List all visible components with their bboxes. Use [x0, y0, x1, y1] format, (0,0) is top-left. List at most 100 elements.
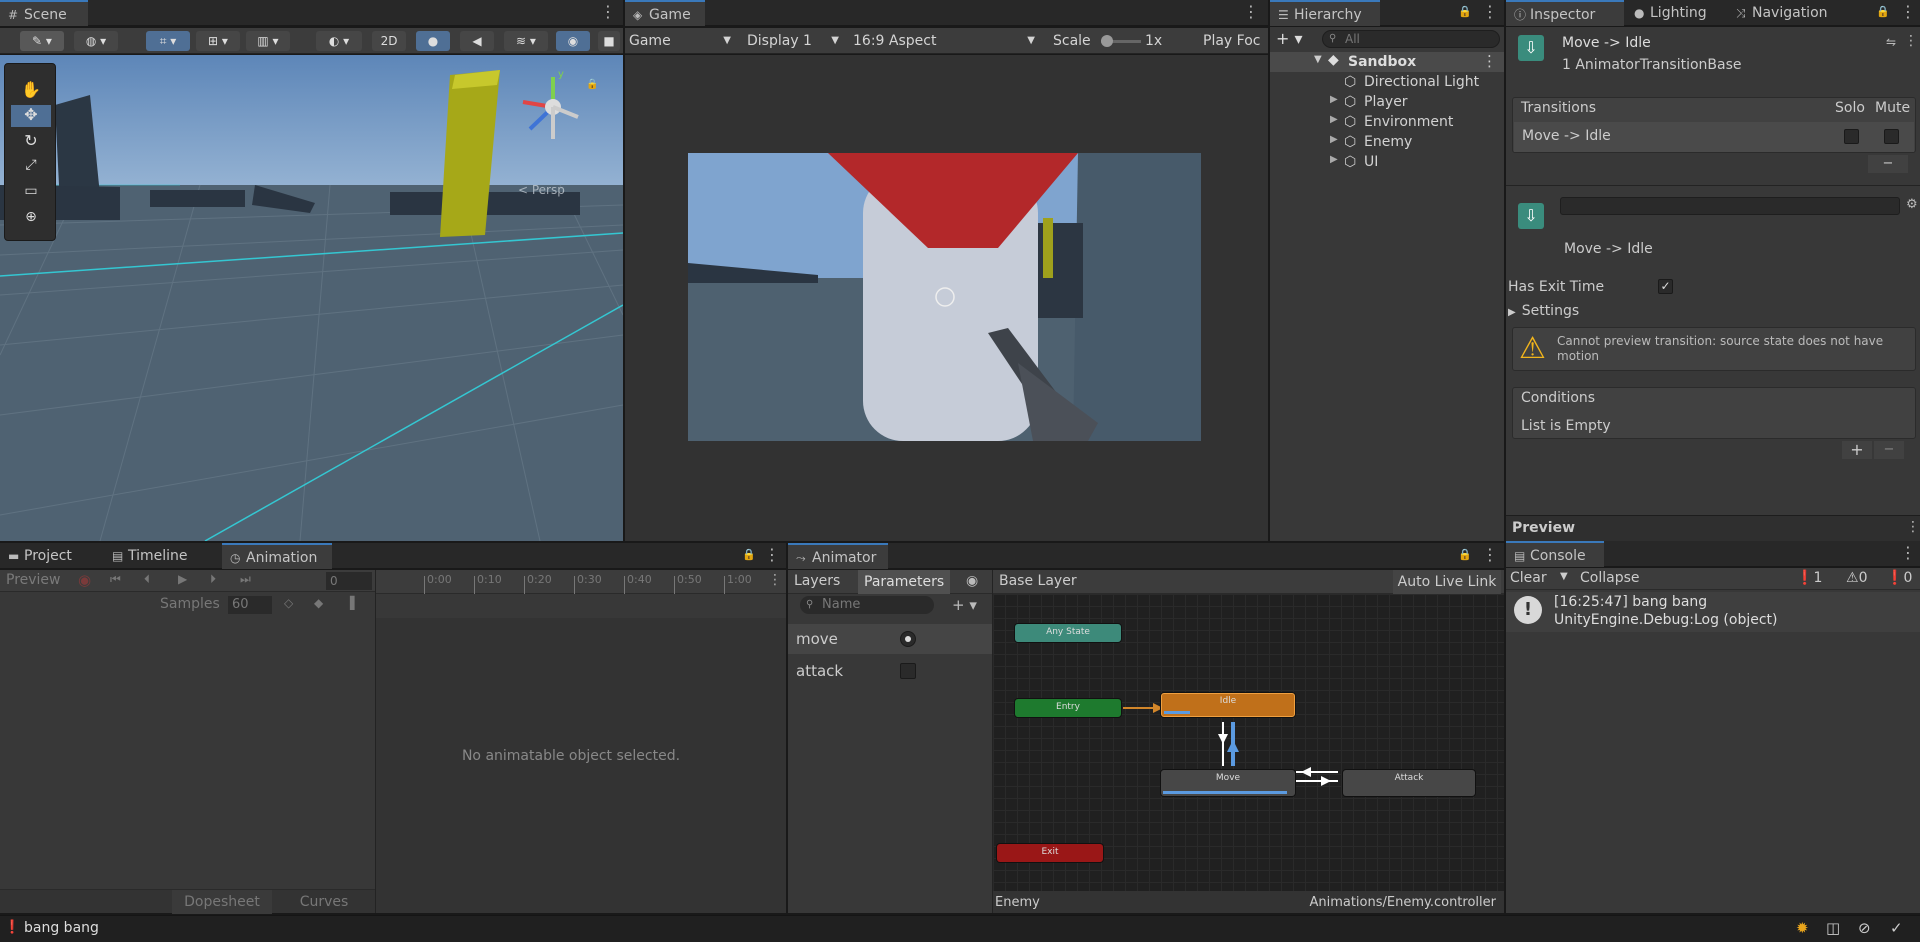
move-tool-icon[interactable]: ✥	[11, 105, 51, 127]
node-move[interactable]: Move	[1161, 770, 1295, 796]
scale-slider-thumb[interactable]	[1101, 35, 1113, 47]
settings-foldout[interactable]: ▶ Settings	[1508, 303, 1579, 319]
game-menu-icon[interactable]: ⋮	[1243, 4, 1259, 22]
hierarchy-item[interactable]: ▶ ⬡ UI	[1270, 152, 1504, 172]
expand-arrow-icon[interactable]: ▼	[1314, 54, 1322, 65]
add-object-button[interactable]: + ▾	[1276, 30, 1306, 48]
inspector-lock-icon[interactable]: 🔒	[1876, 5, 1890, 19]
error-count-button[interactable]: ❗0	[1886, 570, 1912, 586]
auto-live-link-button[interactable]: Auto Live Link	[1393, 570, 1501, 594]
hierarchy-search[interactable]: ⚲ All	[1322, 30, 1500, 48]
tab-scene[interactable]: # Scene	[0, 0, 88, 26]
param-search[interactable]: ⚲ Name	[800, 596, 934, 614]
expand-arrow-icon[interactable]: ▶	[1330, 154, 1338, 165]
shading-button[interactable]: ◐ ▾	[316, 31, 362, 51]
play-focused-dropdown[interactable]: Play Foc	[1203, 30, 1268, 52]
game-viewport[interactable]	[625, 55, 1268, 541]
globe-button[interactable]: ◍ ▾	[74, 31, 118, 51]
parameters-tab[interactable]: Parameters	[858, 570, 951, 594]
record-icon[interactable]: ◉	[78, 571, 91, 589]
rotate-tool-icon[interactable]: ↻	[11, 131, 51, 153]
preview-toggle[interactable]: Preview	[6, 572, 61, 588]
hierarchy-lock-icon[interactable]: 🔒	[1458, 5, 1472, 19]
lighting-toggle-icon[interactable]: ●	[416, 31, 450, 51]
tab-game[interactable]: ◈ Game	[625, 0, 705, 26]
scene-lock-icon[interactable]: 🔒	[586, 79, 598, 90]
ruler-menu-icon[interactable]: ⋮	[768, 572, 782, 588]
animator-lock-icon[interactable]: 🔒	[1458, 548, 1472, 562]
node-exit[interactable]: Exit	[997, 844, 1103, 862]
add-keyframe-icon[interactable]: ◇	[284, 596, 293, 610]
2d-toggle-button[interactable]: 2D	[372, 31, 406, 51]
trigger-radio[interactable]	[900, 631, 916, 647]
transition-row[interactable]: Move -> Idle	[1514, 122, 1914, 152]
animator-graph[interactable]: Any State Entry Idle Move Attack Exit	[993, 594, 1504, 891]
parameter-row[interactable]: move	[788, 624, 992, 654]
warn-count-button[interactable]: ⚠0	[1846, 570, 1867, 586]
curves-button[interactable]: Curves	[276, 890, 372, 914]
eye-icon[interactable]: ◉	[966, 573, 978, 589]
hand-tool-icon[interactable]: ✋	[11, 80, 51, 102]
hierarchy-item[interactable]: ▶ ⬡ Environment	[1270, 112, 1504, 132]
grid-snap-button[interactable]: ⌗ ▾	[146, 31, 190, 51]
node-idle[interactable]: Idle	[1161, 693, 1295, 717]
tab-animator[interactable]: ⤳ Animator	[788, 543, 888, 569]
transition-name-field[interactable]	[1560, 197, 1900, 215]
audio-toggle-icon[interactable]: ◀	[460, 31, 494, 51]
bool-checkbox[interactable]	[900, 663, 916, 679]
check-icon[interactable]: ✓	[1890, 919, 1903, 937]
expand-arrow-icon[interactable]: ▶	[1330, 134, 1338, 145]
expand-arrow-icon[interactable]: ▶	[1330, 114, 1338, 125]
inspector-more-icon[interactable]: ⋮	[1904, 33, 1918, 49]
timeline-ruler[interactable]: 0:00 0:10 0:20 0:30 0:40 0:50 1:00 ⋮	[376, 570, 786, 594]
tab-lighting[interactable]: ● Lighting	[1626, 0, 1726, 26]
collapse-button[interactable]: Collapse	[1580, 570, 1640, 586]
log-count-button[interactable]: ❗1	[1796, 570, 1822, 586]
game-mode-dropdown[interactable]: Game ▼	[629, 30, 735, 52]
draw-mode-button[interactable]: ✎ ▾	[20, 31, 64, 51]
base-layer-breadcrumb[interactable]: Base Layer	[999, 573, 1077, 589]
last-key-icon[interactable]: ⏭	[240, 572, 251, 587]
inspector-settings-icon[interactable]: ⇋	[1886, 35, 1896, 49]
play-icon[interactable]: ▶	[178, 572, 187, 586]
mute-checkbox[interactable]	[1884, 129, 1899, 144]
status-message[interactable]: bang bang	[24, 920, 99, 936]
transition-settings-icon[interactable]: ⚙	[1906, 197, 1918, 212]
hierarchy-item[interactable]: ⬡ Directional Light	[1270, 72, 1504, 92]
clear-options-icon[interactable]: ▼	[1560, 571, 1568, 582]
persp-label[interactable]: < Persp	[518, 183, 565, 197]
snap-increment-button[interactable]: ⊞ ▾	[196, 31, 240, 51]
scene-menu-icon[interactable]: ⋮	[1482, 52, 1497, 70]
scale-tool-icon[interactable]: ⤢	[11, 157, 51, 179]
remove-transition-button[interactable]: −	[1868, 155, 1908, 173]
expand-arrow-icon[interactable]: ▶	[1330, 94, 1338, 105]
effects-button[interactable]: ≋ ▾	[504, 31, 548, 51]
bug-icon[interactable]: ✹	[1796, 919, 1809, 937]
scene-root-row[interactable]: ▼ ◆ Sandbox ⋮	[1270, 52, 1504, 72]
node-attack[interactable]: Attack	[1343, 770, 1475, 796]
first-key-icon[interactable]: ⏮	[110, 572, 121, 587]
clear-button[interactable]: Clear	[1510, 570, 1547, 586]
remove-condition-button[interactable]: −	[1874, 441, 1904, 459]
parameter-row[interactable]: attack	[788, 656, 992, 686]
samples-field[interactable]: 60	[228, 596, 272, 614]
add-event-icon[interactable]: ▌	[350, 596, 359, 610]
animation-menu-icon[interactable]: ⋮	[764, 547, 780, 565]
has-exit-time-checkbox[interactable]: ✓	[1658, 279, 1673, 294]
camera-icon[interactable]: ■	[598, 31, 620, 51]
scale-slider[interactable]	[1101, 35, 1141, 47]
node-any-state[interactable]: Any State	[1015, 624, 1121, 642]
scene-menu-icon[interactable]: ⋮	[600, 4, 616, 22]
scene-gizmo[interactable]: y	[508, 67, 588, 157]
animation-lock-icon[interactable]: 🔒	[742, 548, 756, 562]
tab-animation[interactable]: ◷ Animation	[222, 543, 332, 569]
lighting-off-icon[interactable]: ⊘	[1858, 919, 1871, 937]
tab-project[interactable]: ▬ Project	[0, 543, 100, 569]
inspector-menu-icon[interactable]: ⋮	[1900, 4, 1916, 22]
hierarchy-menu-icon[interactable]: ⋮	[1482, 4, 1498, 22]
solo-checkbox[interactable]	[1844, 129, 1859, 144]
tab-inspector[interactable]: ⓘ Inspector	[1506, 0, 1624, 26]
display-dropdown[interactable]: Display 1 ▼	[747, 30, 843, 52]
next-key-icon[interactable]: ⏵	[210, 572, 216, 587]
console-entry[interactable]: ! [16:25:47] bang bang UnityEngine.Debug…	[1506, 592, 1920, 632]
